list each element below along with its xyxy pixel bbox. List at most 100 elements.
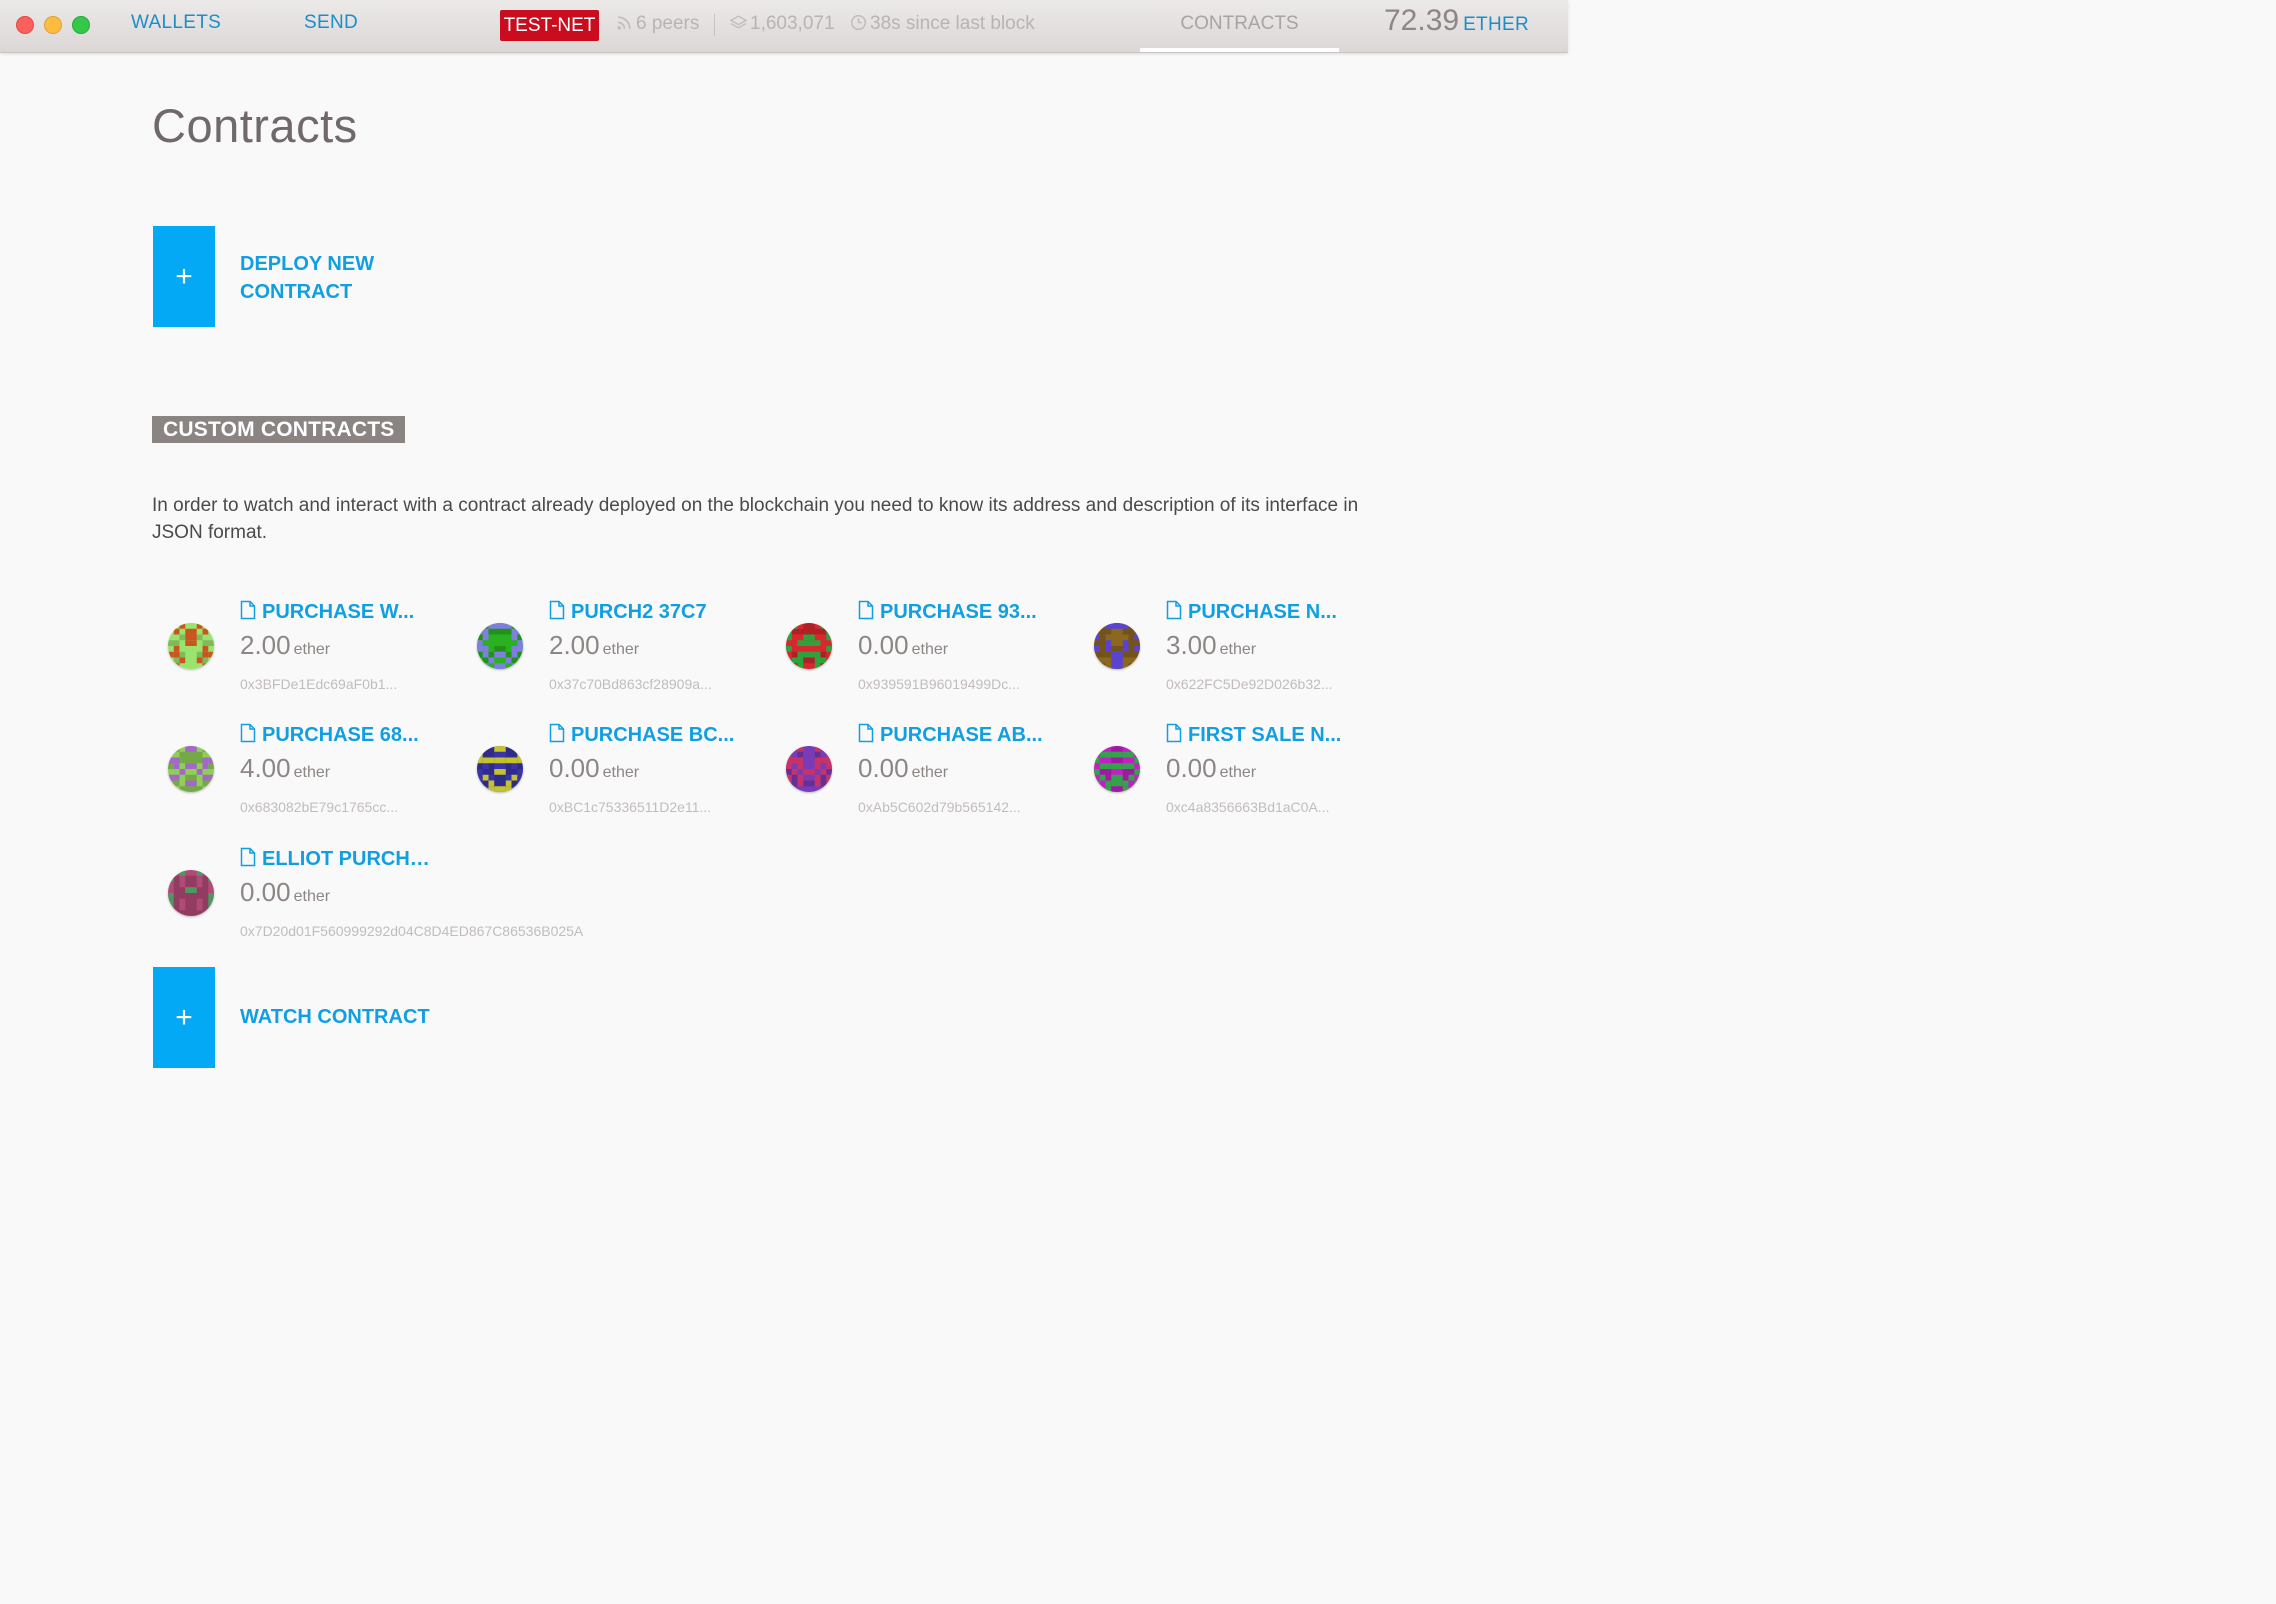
- zoom-window-button[interactable]: [72, 16, 90, 34]
- tab-contracts-label: CONTRACTS: [1180, 13, 1299, 34]
- contract-card[interactable]: PURCHASE AB... 0.00 ether 0xAb5C602d79b5651…: [770, 723, 1070, 833]
- deploy-label-line2: CONTRACT: [240, 281, 353, 303]
- contract-identicon: [1094, 623, 1140, 669]
- signal-icon: [617, 16, 631, 30]
- contract-card[interactable]: PURCHASE 93... 0.00 ether 0x939591B96019499…: [770, 600, 1070, 710]
- contract-card[interactable]: PURCHASE N... 3.00 ether 0x622FC5De92D026b3…: [1078, 600, 1378, 710]
- contract-balance-value: 0.00: [549, 753, 600, 783]
- contract-card[interactable]: PURCH2 37C7 2.00 ether 0x37c70Bd863cf28909a…: [461, 600, 761, 710]
- section-heading: CUSTOM CONTRACTS: [152, 416, 406, 443]
- top-bar: WALLETS SEND TEST-NET 6 peers 1,603,071 …: [0, 0, 1568, 53]
- network-badge: TEST-NET: [500, 10, 599, 41]
- contract-card[interactable]: ELLIOT PURCHASE 0.00 ether 0x7D20d01F560999…: [152, 847, 583, 957]
- contract-name[interactable]: FIRST SALE N...: [1166, 723, 1366, 747]
- contract-balance-value: 0.00: [240, 877, 291, 907]
- contract-name[interactable]: PURCHASE W...: [240, 600, 440, 624]
- contract-balance: 4.00 ether: [240, 753, 330, 784]
- balance-unit: ETHER: [1463, 14, 1529, 35]
- document-icon: [240, 847, 256, 867]
- deploy-new-contract-button[interactable]: DEPLOY NEW CONTRACT: [240, 250, 374, 306]
- contract-balance-unit: ether: [911, 641, 949, 658]
- contract-balance: 0.00 ether: [549, 753, 639, 784]
- contract-balance: 0.00 ether: [240, 877, 330, 908]
- section-description: In order to watch and interact with a co…: [152, 495, 1359, 543]
- contract-balance: 2.00 ether: [240, 630, 330, 661]
- peers-count: 6 peers: [636, 13, 700, 34]
- contract-name[interactable]: PURCHASE 93...: [858, 600, 1058, 624]
- contract-address: 0x939591B96019499Dc...: [858, 676, 1020, 692]
- contract-address: 0x683082bE79c1765cc...: [240, 799, 399, 815]
- contract-card[interactable]: PURCHASE 68... 4.00 ether 0x683082bE79c1765…: [152, 723, 452, 833]
- page-title: Contracts: [152, 99, 358, 152]
- contract-name-text: ELLIOT PURCHASE: [262, 848, 440, 870]
- contract-name-text: PURCHASE N...: [1188, 601, 1337, 623]
- contract-name[interactable]: PURCHASE AB...: [858, 723, 1058, 747]
- document-icon: [549, 600, 565, 620]
- document-icon: [240, 723, 256, 743]
- contract-address: 0xc4a8356663Bd1aC0A...: [1166, 799, 1330, 815]
- minimize-window-button[interactable]: [44, 16, 62, 34]
- clock-icon: [850, 14, 867, 31]
- divider: [714, 14, 715, 36]
- account-balance: 72.39 ETHER: [1384, 4, 1529, 38]
- watch-contract-plus-button[interactable]: +: [153, 967, 215, 1068]
- contract-identicon: [168, 746, 214, 792]
- document-icon: [858, 723, 874, 743]
- contract-name[interactable]: PURCH2 37C7: [549, 600, 749, 624]
- contract-balance-value: 0.00: [858, 753, 909, 783]
- nav-send[interactable]: SEND: [304, 12, 358, 34]
- contract-card[interactable]: FIRST SALE N... 0.00 ether 0xc4a8356663Bd1a…: [1078, 723, 1378, 833]
- document-icon: [1166, 723, 1182, 743]
- contract-balance: 0.00 ether: [1166, 753, 1256, 784]
- contract-balance-unit: ether: [911, 764, 949, 781]
- document-icon: [858, 600, 874, 620]
- layers-icon: [729, 15, 748, 29]
- deploy-contract-plus-button[interactable]: +: [153, 226, 215, 327]
- contract-card[interactable]: PURCHASE BC... 0.00 ether 0xBC1c75336511D2e…: [461, 723, 761, 833]
- contract-balance: 0.00 ether: [858, 630, 948, 661]
- contract-card[interactable]: PURCHASE W... 2.00 ether 0x3BFDe1Edc69aF0b1…: [152, 600, 452, 710]
- contract-address: 0x7D20d01F560999292d04C8D4ED867C86536B02…: [240, 923, 584, 939]
- document-icon: [549, 723, 565, 743]
- contract-balance-unit: ether: [293, 888, 331, 905]
- close-window-button[interactable]: [16, 16, 34, 34]
- contract-name-text: PURCH2 37C7: [571, 601, 707, 623]
- document-icon: [240, 600, 256, 620]
- tab-contracts[interactable]: CONTRACTS: [1140, 0, 1339, 52]
- balance-amount: 72.39: [1384, 4, 1460, 37]
- watch-contract-button[interactable]: WATCH CONTRACT: [240, 1003, 430, 1031]
- contract-name[interactable]: PURCHASE BC...: [549, 723, 749, 747]
- contract-balance-unit: ether: [293, 641, 331, 658]
- contract-identicon: [168, 870, 214, 916]
- contract-address: 0xBC1c75336511D2e11...: [549, 799, 712, 815]
- contract-balance: 2.00 ether: [549, 630, 639, 661]
- contract-name[interactable]: ELLIOT PURCHASE: [240, 847, 440, 871]
- contract-balance-unit: ether: [1219, 764, 1257, 781]
- contract-name-text: FIRST SALE N...: [1188, 724, 1342, 746]
- contract-identicon: [786, 746, 832, 792]
- contract-name-text: PURCHASE 68...: [262, 724, 419, 746]
- contract-balance-value: 2.00: [240, 630, 291, 660]
- contract-identicon: [1094, 746, 1140, 792]
- contract-address: 0x37c70Bd863cf28909a...: [549, 676, 712, 692]
- contract-address: 0xAb5C602d79b565142...: [858, 799, 1021, 815]
- contract-identicon: [168, 623, 214, 669]
- contract-name-text: PURCHASE 93...: [880, 601, 1037, 623]
- contract-identicon: [477, 623, 523, 669]
- contract-name[interactable]: PURCHASE N...: [1166, 600, 1366, 624]
- contract-address: 0x3BFDe1Edc69aF0b1...: [240, 676, 398, 692]
- last-block-info: 38s since last block: [850, 13, 1035, 35]
- block-info: 1,603,071: [729, 13, 835, 35]
- nav-wallets[interactable]: WALLETS: [131, 12, 221, 34]
- block-number: 1,603,071: [750, 13, 835, 34]
- contract-name[interactable]: PURCHASE 68...: [240, 723, 440, 747]
- contract-balance-unit: ether: [602, 764, 640, 781]
- document-icon: [1166, 600, 1182, 620]
- contract-balance: 3.00 ether: [1166, 630, 1256, 661]
- contract-name-text: PURCHASE AB...: [880, 724, 1043, 746]
- active-tab-indicator: [1140, 48, 1339, 52]
- contract-balance-unit: ether: [293, 764, 331, 781]
- deploy-label-line1: DEPLOY NEW: [240, 253, 375, 275]
- peers-info: 6 peers: [616, 13, 699, 35]
- contract-balance-unit: ether: [1219, 641, 1257, 658]
